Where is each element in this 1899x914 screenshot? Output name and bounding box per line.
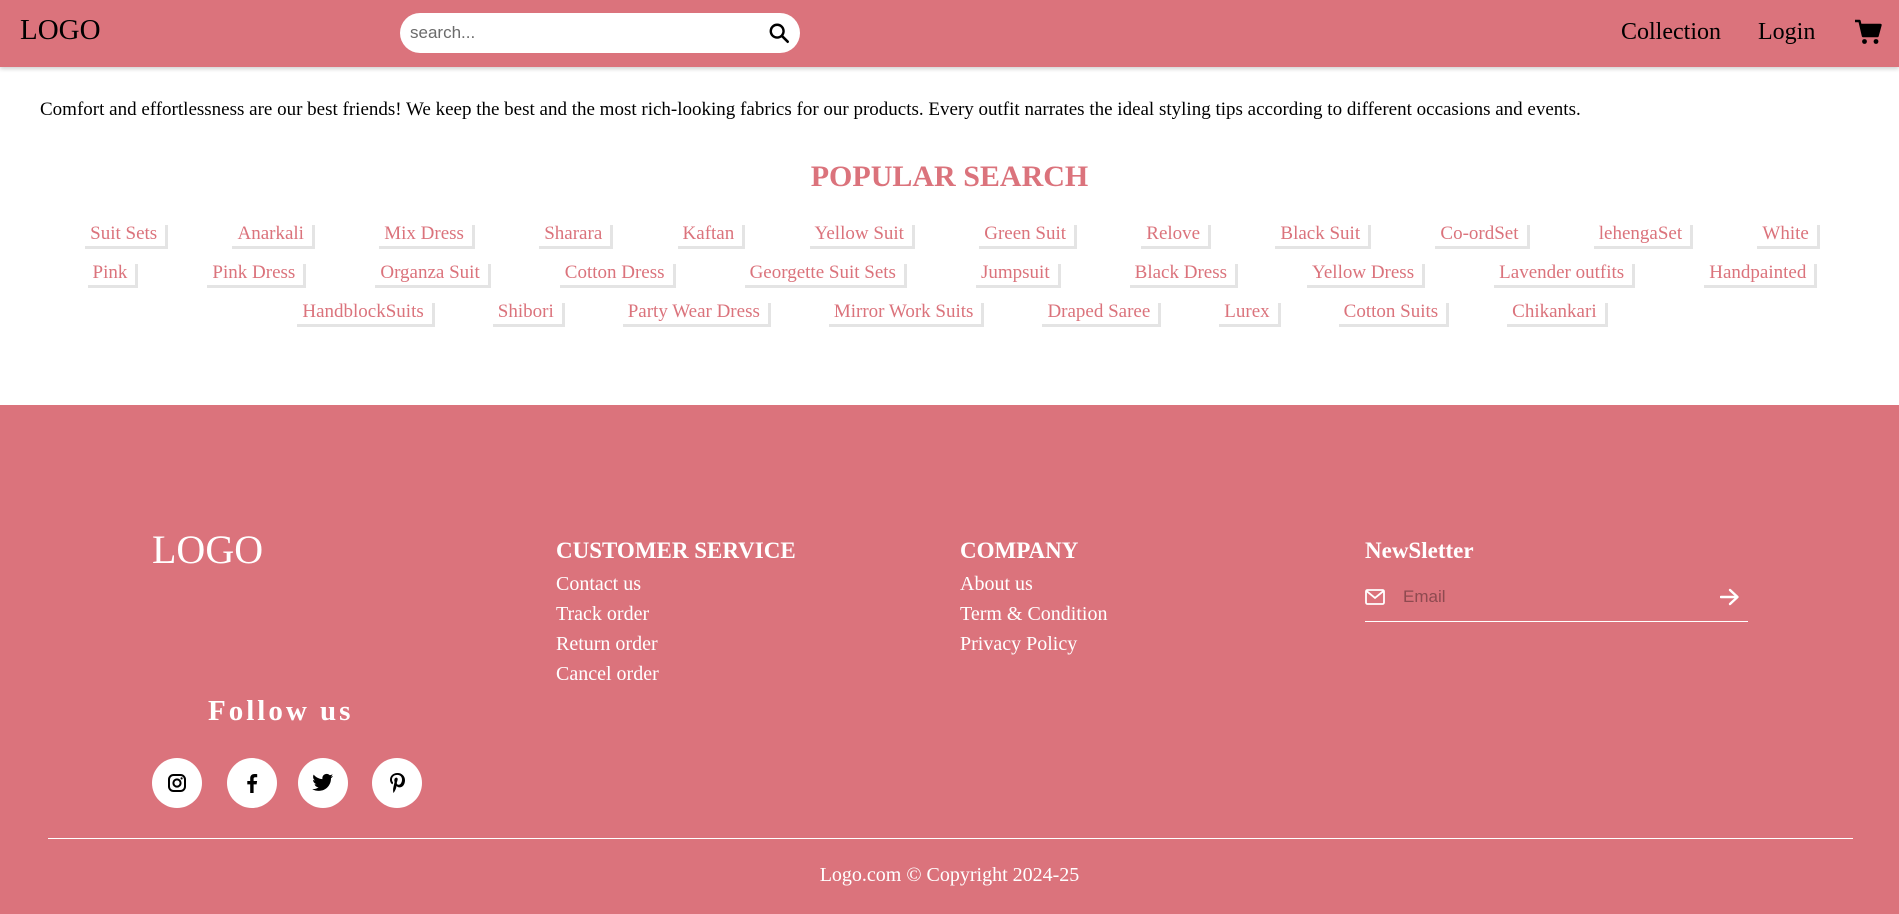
tag-pink[interactable]: Pink [85, 261, 136, 285]
twitter-icon [312, 773, 334, 791]
facebook-button[interactable] [227, 758, 277, 808]
tag-green-suit[interactable]: Green Suit [976, 222, 1074, 246]
tag-pink-dress[interactable]: Pink Dress [204, 261, 303, 285]
tag-yellow-dress[interactable]: Yellow Dress [1304, 261, 1422, 285]
tag-draped-saree[interactable]: Draped Saree [1039, 300, 1158, 324]
facebook-icon [247, 774, 258, 793]
tag-suit-sets[interactable]: Suit Sets [82, 222, 165, 246]
popular-search-tags: Suit Sets Anarkali Mix Dress Sharara Kaf… [40, 222, 1859, 339]
pinterest-button[interactable] [372, 758, 422, 808]
newsletter-column: NewSletter [1365, 538, 1474, 569]
tag-row: Suit Sets Anarkali Mix Dress Sharara Kaf… [40, 222, 1859, 246]
tag-mix-dress[interactable]: Mix Dress [376, 222, 472, 246]
tag-chikankari[interactable]: Chikankari [1504, 300, 1604, 324]
newsletter-title: NewSletter [1365, 538, 1474, 563]
tag-black-suit[interactable]: Black Suit [1272, 222, 1368, 246]
tag-party-wear-dress[interactable]: Party Wear Dress [620, 300, 768, 324]
tag-sharara[interactable]: Sharara [536, 222, 610, 246]
header: LOGO Collection Login [0, 0, 1899, 67]
link-return-order[interactable]: Return order [556, 629, 796, 659]
twitter-button[interactable] [298, 758, 348, 808]
pinterest-icon [390, 773, 405, 793]
header-logo[interactable]: LOGO [20, 14, 101, 47]
tag-cotton-suits[interactable]: Cotton Suits [1336, 300, 1447, 324]
tag-georgette-suit-sets[interactable]: Georgette Suit Sets [742, 261, 904, 285]
tag-shibori[interactable]: Shibori [490, 300, 562, 324]
customer-service-title: CUSTOMER SERVICE [556, 538, 796, 563]
cart-icon[interactable] [1854, 18, 1882, 46]
tag-yellow-suit[interactable]: Yellow Suit [807, 222, 912, 246]
tag-organza-suit[interactable]: Organza Suit [372, 261, 487, 285]
tag-black-dress[interactable]: Black Dress [1127, 261, 1235, 285]
search-box [400, 13, 800, 53]
link-about-us[interactable]: About us [960, 569, 1107, 599]
link-cancel-order[interactable]: Cancel order [556, 659, 796, 689]
arrow-right-icon[interactable] [1720, 588, 1740, 606]
link-term-condition[interactable]: Term & Condition [960, 599, 1107, 629]
instagram-button[interactable] [152, 758, 202, 808]
tag-jumpsuit[interactable]: Jumpsuit [973, 261, 1058, 285]
footer-divider [48, 838, 1853, 839]
nav-login[interactable]: Login [1758, 19, 1815, 46]
tag-lavender-outfits[interactable]: Lavender outfits [1491, 261, 1632, 285]
tag-handblocksuits[interactable]: HandblockSuits [294, 300, 431, 324]
intro-text: Comfort and effortlessness are our best … [40, 99, 1581, 120]
popular-search-title: POPULAR SEARCH [810, 160, 1089, 193]
newsletter-email-field [1365, 581, 1748, 622]
footer-logo[interactable]: LOGO [152, 526, 263, 573]
company-column: COMPANY About us Term & Condition Privac… [960, 538, 1107, 659]
instagram-icon [168, 774, 186, 792]
tag-lurex[interactable]: Lurex [1216, 300, 1277, 324]
tag-lehengaset[interactable]: lehengaSet [1591, 222, 1690, 246]
search-input[interactable] [410, 21, 750, 45]
newsletter-email-input[interactable] [1403, 585, 1703, 609]
link-track-order[interactable]: Track order [556, 599, 796, 629]
tag-kaftan[interactable]: Kaftan [675, 222, 743, 246]
tag-white[interactable]: White [1754, 222, 1816, 246]
company-title: COMPANY [960, 538, 1079, 563]
link-contact-us[interactable]: Contact us [556, 569, 796, 599]
copyright-text: Logo.com © Copyright 2024-25 [819, 864, 1080, 886]
tag-row: Pink Pink Dress Organza Suit Cotton Dres… [40, 261, 1859, 285]
tag-mirror-work-suits[interactable]: Mirror Work Suits [826, 300, 982, 324]
tag-anarkali[interactable]: Anarkali [229, 222, 311, 246]
search-icon[interactable] [768, 22, 790, 44]
tag-cotton-dress[interactable]: Cotton Dress [557, 261, 673, 285]
customer-service-column: CUSTOMER SERVICE Contact us Track order … [556, 538, 796, 689]
follow-us-title: Follow us [208, 695, 354, 727]
tag-co-ordset[interactable]: Co-ordSet [1432, 222, 1526, 246]
tag-handpainted[interactable]: Handpainted [1701, 261, 1814, 285]
link-privacy-policy[interactable]: Privacy Policy [960, 629, 1107, 659]
tag-row: HandblockSuits Shibori Party Wear Dress … [40, 300, 1859, 324]
mail-icon [1365, 589, 1385, 605]
tag-relove[interactable]: Relove [1138, 222, 1208, 246]
footer: LOGO CUSTOMER SERVICE Contact us Track o… [0, 405, 1899, 914]
nav-collection[interactable]: Collection [1621, 19, 1721, 46]
